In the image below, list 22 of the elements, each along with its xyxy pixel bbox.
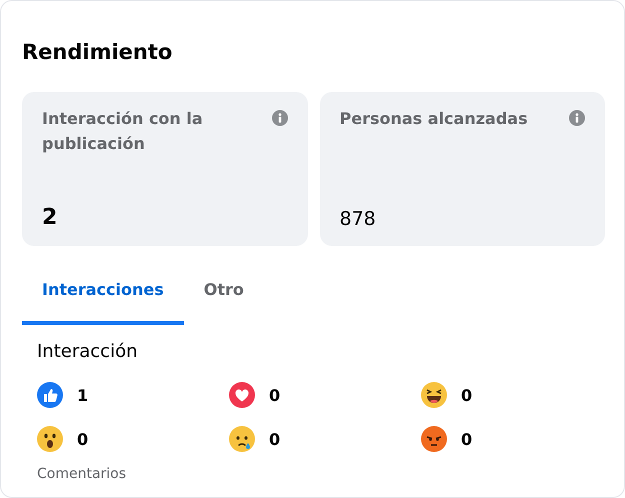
reaction-count: 0 bbox=[77, 430, 88, 448]
crying-face-icon bbox=[229, 426, 255, 452]
info-icon[interactable] bbox=[272, 110, 288, 126]
tab[interactable]: Interacciones bbox=[22, 272, 184, 325]
panel-title: Rendimiento bbox=[22, 39, 174, 66]
reaction-count: 0 bbox=[461, 386, 472, 404]
stat-value: 878 bbox=[340, 208, 377, 230]
stat-label: Interacción con la publicación bbox=[42, 108, 204, 155]
stat-value: 2 bbox=[42, 205, 58, 230]
surprised-face-icon bbox=[37, 426, 63, 452]
tab[interactable]: Otro bbox=[184, 272, 264, 325]
thumbs-up-icon bbox=[37, 382, 63, 408]
angry-face-icon bbox=[421, 426, 447, 452]
reaction-count: 0 bbox=[461, 430, 472, 448]
section-title: Interacción bbox=[37, 341, 138, 362]
reaction-count: 0 bbox=[269, 430, 280, 448]
section-title: Comentarios bbox=[37, 466, 128, 482]
stat-label: Personas alcanzadas bbox=[340, 108, 528, 130]
reaction-count: 0 bbox=[269, 386, 280, 404]
reaction-count: 1 bbox=[77, 386, 88, 404]
info-icon[interactable] bbox=[569, 110, 585, 126]
laughing-face-icon bbox=[421, 382, 447, 408]
